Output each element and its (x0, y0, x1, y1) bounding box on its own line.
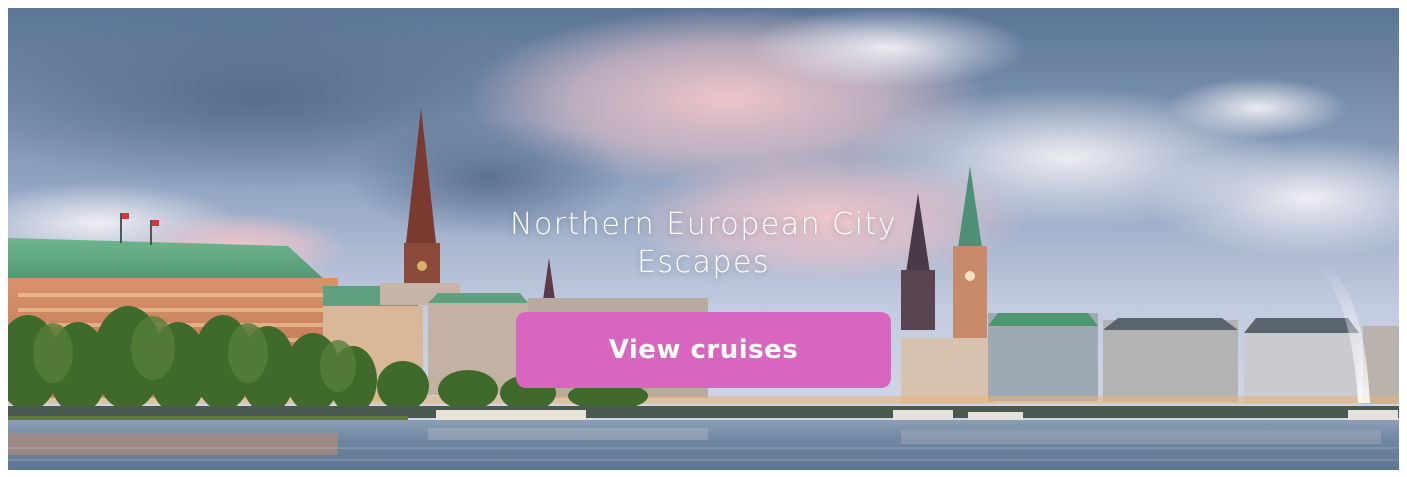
hero-banner[interactable]: Northern European City Escapes View crui… (8, 8, 1399, 470)
view-cruises-button[interactable]: View cruises (516, 312, 891, 388)
hero-title: Northern European City Escapes (510, 207, 897, 280)
hero-overlay: Northern European City Escapes View crui… (8, 8, 1399, 470)
